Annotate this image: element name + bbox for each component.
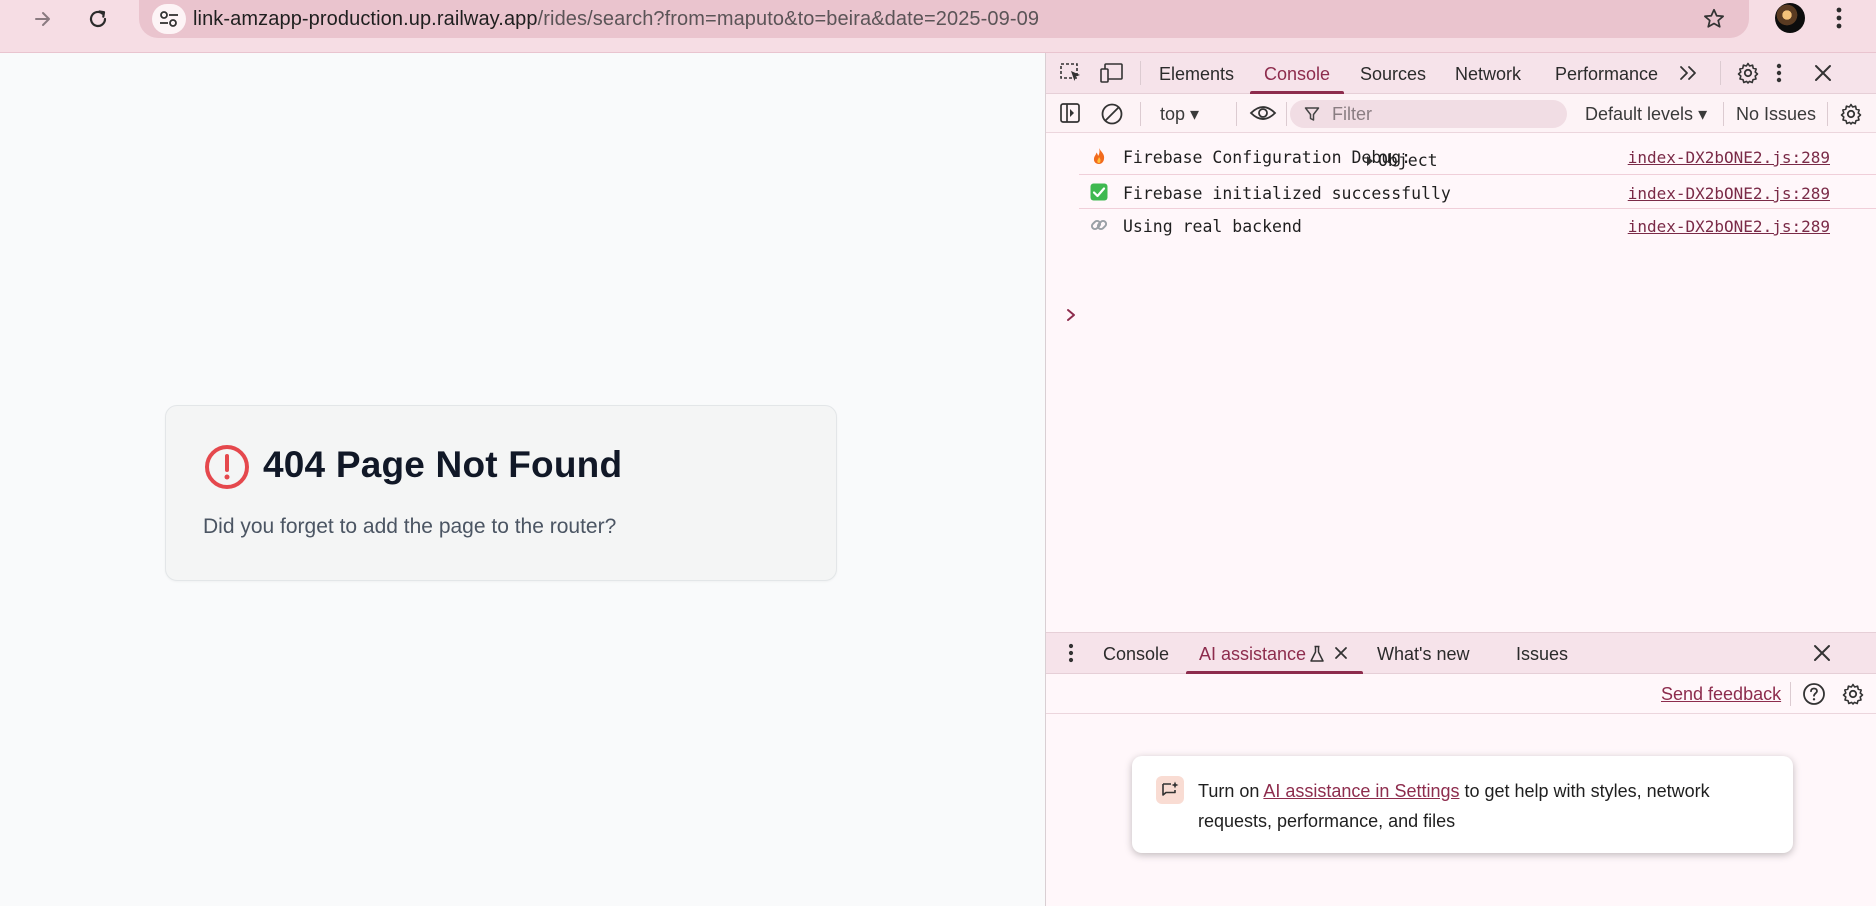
context-label: top [1160, 104, 1186, 124]
divider [1720, 61, 1721, 85]
filter-placeholder: Filter [1332, 104, 1372, 124]
devtools-panel: Elements Console Sources Network Perform… [1045, 53, 1876, 906]
experimental-flask-icon [1309, 645, 1325, 663]
url-text[interactable]: link-amzapp-production.up.railway.app/ri… [193, 8, 1039, 31]
address-bar[interactable]: link-amzapp-production.up.railway.app/ri… [139, 0, 1749, 38]
not-found-card: 404 Page Not Found Did you forget to add… [165, 405, 837, 581]
clear-console-icon[interactable] [1100, 102, 1124, 126]
console-prompt-chevron-icon[interactable] [1065, 308, 1077, 322]
sidebar-toggle-icon[interactable] [1059, 102, 1081, 124]
drawer-tab-console[interactable]: Console [1103, 644, 1169, 665]
tab-elements[interactable]: Elements [1159, 64, 1234, 85]
tab-sources[interactable]: Sources [1360, 64, 1426, 85]
page-title: 404 Page Not Found [263, 444, 623, 485]
page-viewport: 404 Page Not Found Did you forget to add… [0, 53, 1045, 906]
log-source-link[interactable]: index-DX2bONE2.js:289 [1628, 184, 1830, 203]
more-menu-icon[interactable] [1836, 6, 1842, 30]
context-selector[interactable]: top ▾ [1160, 104, 1199, 125]
alert-circle-icon [204, 444, 250, 490]
ai-assistance-notice: Turn on AI assistance in Settings to get… [1132, 756, 1793, 853]
inspect-element-icon[interactable] [1059, 62, 1083, 84]
drawer-tab-issues[interactable]: Issues [1516, 644, 1568, 665]
page-message: Did you forget to add the page to the ro… [203, 515, 617, 538]
expand-triangle-icon[interactable] [1367, 156, 1373, 166]
log-source-link[interactable]: index-DX2bONE2.js:289 [1628, 217, 1830, 236]
ai-notice-prefix: Turn on [1198, 781, 1264, 801]
divider [1140, 61, 1141, 85]
log-source-link[interactable]: index-DX2bONE2.js:289 [1628, 148, 1830, 167]
settings-gear-icon[interactable] [1736, 61, 1760, 85]
tab-console[interactable]: Console [1264, 64, 1330, 85]
browser-toolbar: link-amzapp-production.up.railway.app/ri… [0, 0, 1876, 53]
close-tab-icon[interactable] [1334, 646, 1348, 660]
forward-icon[interactable] [26, 2, 60, 36]
fire-emoji-icon [1090, 147, 1108, 165]
device-toolbar-icon[interactable] [1100, 62, 1124, 84]
drawer-tab-whats-new[interactable]: What's new [1377, 644, 1469, 665]
check-emoji-icon [1090, 183, 1108, 201]
filter-funnel-icon [1304, 106, 1320, 122]
close-drawer-icon[interactable] [1813, 644, 1831, 662]
ai-spark-icon [1156, 776, 1184, 804]
divider [1827, 102, 1828, 126]
ai-assistance-toolbar: Send feedback [1046, 674, 1876, 714]
url-host: link-amzapp-production.up.railway.app [193, 8, 538, 30]
bookmark-star-icon[interactable] [1701, 6, 1727, 32]
live-expression-eye-icon[interactable] [1249, 103, 1277, 123]
log-message: Using real backend [1123, 217, 1302, 236]
ai-notice-text: Turn on AI assistance in Settings to get… [1198, 776, 1738, 836]
tab-network[interactable]: Network [1455, 64, 1521, 85]
log-levels-label: Default levels [1585, 104, 1694, 124]
reload-icon[interactable] [81, 2, 115, 36]
drawer-menu-icon[interactable] [1068, 643, 1074, 663]
console-settings-gear-icon[interactable] [1839, 102, 1863, 126]
more-tabs-chevron-icon[interactable] [1678, 64, 1700, 82]
tab-performance[interactable]: Performance [1555, 64, 1658, 85]
log-object[interactable]: Object [1378, 151, 1438, 170]
send-feedback-link[interactable]: Send feedback [1661, 684, 1781, 705]
console-log-row: Firebase initialized successfully index-… [1046, 175, 1876, 209]
console-toolbar: top ▾ Filter Default levels ▾ No Issues [1046, 94, 1876, 133]
divider [1236, 102, 1237, 126]
drawer-tab-ai-assistance[interactable]: AI assistance [1199, 644, 1306, 665]
help-question-icon[interactable] [1802, 682, 1826, 706]
devtools-menu-icon[interactable] [1776, 62, 1782, 84]
link-emoji-icon [1090, 216, 1108, 234]
divider [1790, 682, 1791, 706]
ai-settings-link[interactable]: AI assistance in Settings [1263, 781, 1459, 801]
divider [1140, 102, 1141, 126]
ai-settings-gear-icon[interactable] [1841, 682, 1865, 706]
issues-counter[interactable]: No Issues [1736, 104, 1816, 125]
site-settings-icon[interactable] [152, 4, 186, 34]
divider [1723, 102, 1724, 126]
devtools-tab-bar: Elements Console Sources Network Perform… [1046, 53, 1876, 94]
console-log-row: Using real backend index-DX2bONE2.js:289 [1046, 208, 1876, 242]
url-path: /rides/search?from=maputo&to=beira&date=… [537, 8, 1040, 30]
filter-input[interactable]: Filter [1290, 100, 1567, 128]
console-log-row: Firebase Configuration Debug: Object ind… [1046, 139, 1876, 173]
close-devtools-icon[interactable] [1813, 63, 1833, 83]
drawer-tab-bar: Console AI assistance What's new Issues [1046, 632, 1876, 674]
log-levels-dropdown[interactable]: Default levels ▾ [1585, 104, 1707, 125]
log-message: Firebase initialized successfully [1123, 184, 1451, 203]
divider [1286, 102, 1287, 126]
profile-avatar[interactable] [1775, 3, 1805, 33]
